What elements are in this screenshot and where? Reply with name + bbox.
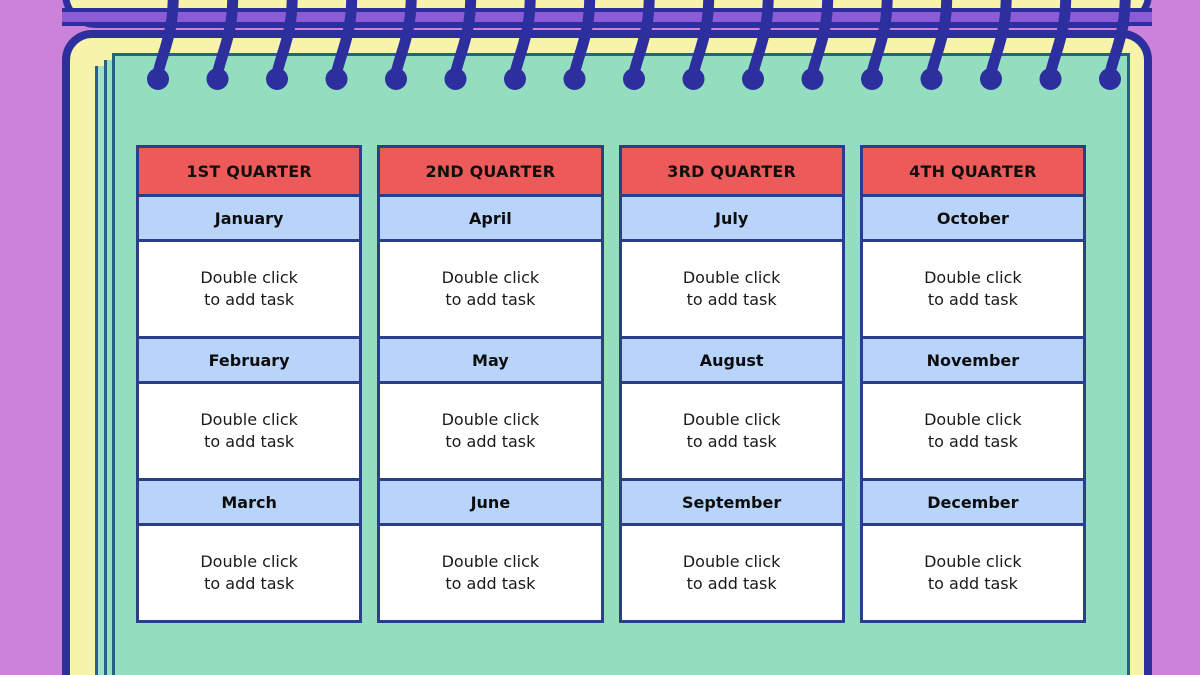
month-band[interactable]: December bbox=[859, 481, 1086, 526]
month-label: September bbox=[682, 492, 782, 512]
quarter-header[interactable]: 3RD QUARTER bbox=[618, 145, 845, 197]
task-placeholder: Double click to add task bbox=[441, 552, 540, 593]
task-cell[interactable]: Double click to add task bbox=[618, 242, 845, 339]
month-band[interactable]: August bbox=[618, 339, 845, 384]
month-label: April bbox=[469, 208, 512, 228]
month-band[interactable]: January bbox=[136, 197, 363, 242]
task-placeholder: Double click to add task bbox=[924, 268, 1022, 309]
task-cell[interactable]: Double click to add task bbox=[377, 526, 604, 623]
quarter-header[interactable]: 4TH QUARTER bbox=[859, 145, 1086, 197]
task-cell[interactable]: Double click to add task bbox=[136, 242, 363, 339]
slide-canvas: 1ST QUARTER January Double click to add ta… bbox=[0, 0, 1200, 675]
month-band[interactable]: November bbox=[859, 339, 1086, 384]
quarters-grid: 1ST QUARTER January Double click to add ta… bbox=[136, 145, 1086, 623]
quarter-title: 2ND QUARTER bbox=[425, 161, 556, 181]
month-label: November bbox=[926, 350, 1020, 370]
task-placeholder: Double click to add task bbox=[682, 410, 781, 451]
month-label: January bbox=[214, 208, 284, 228]
task-cell[interactable]: Double click to add task bbox=[618, 384, 845, 481]
month-band[interactable]: October bbox=[859, 197, 1086, 242]
task-cell[interactable]: Double click to add task bbox=[859, 384, 1086, 481]
task-cell[interactable]: Double click to add task bbox=[377, 242, 604, 339]
task-placeholder: Double click to add task bbox=[682, 552, 781, 593]
month-label: March bbox=[221, 492, 277, 512]
month-band[interactable]: July bbox=[618, 197, 845, 242]
quarter-header[interactable]: 1ST QUARTER bbox=[136, 145, 363, 197]
quarter-column: 4TH QUARTER October Double click to add ta… bbox=[859, 145, 1086, 623]
month-band[interactable]: June bbox=[377, 481, 604, 526]
month-label: February bbox=[208, 350, 290, 370]
task-placeholder: Double click to add task bbox=[200, 552, 298, 593]
quarter-title: 3RD QUARTER bbox=[667, 161, 796, 181]
task-cell[interactable]: Double click to add task bbox=[859, 242, 1086, 339]
task-placeholder: Double click to add task bbox=[682, 268, 781, 309]
task-placeholder: Double click to add task bbox=[200, 268, 298, 309]
month-band[interactable]: April bbox=[377, 197, 604, 242]
task-placeholder: Double click to add task bbox=[924, 410, 1022, 451]
month-label: June bbox=[470, 492, 511, 512]
task-cell[interactable]: Double click to add task bbox=[136, 384, 363, 481]
task-placeholder: Double click to add task bbox=[441, 268, 540, 309]
month-label: August bbox=[699, 350, 764, 370]
quarter-column: 1ST QUARTER January Double click to add ta… bbox=[136, 145, 363, 623]
background-notebook-stripe bbox=[62, 8, 1152, 26]
task-placeholder: Double click to add task bbox=[441, 410, 540, 451]
month-label: July bbox=[714, 208, 749, 228]
task-cell[interactable]: Double click to add task bbox=[859, 526, 1086, 623]
quarter-column: 2ND QUARTER April Double click to add task… bbox=[377, 145, 604, 623]
task-cell[interactable]: Double click to add task bbox=[618, 526, 845, 623]
quarter-column: 3RD QUARTER July Double click to add task A… bbox=[618, 145, 845, 623]
task-placeholder: Double click to add task bbox=[924, 552, 1022, 593]
month-label: May bbox=[472, 350, 509, 370]
month-band[interactable]: September bbox=[618, 481, 845, 526]
month-label: October bbox=[936, 208, 1009, 228]
month-label: December bbox=[927, 492, 1019, 512]
quarter-title: 4TH QUARTER bbox=[909, 161, 1037, 181]
task-placeholder: Double click to add task bbox=[200, 410, 298, 451]
quarter-title: 1ST QUARTER bbox=[186, 161, 312, 181]
task-cell[interactable]: Double click to add task bbox=[377, 384, 604, 481]
month-band[interactable]: February bbox=[136, 339, 363, 384]
task-cell[interactable]: Double click to add task bbox=[136, 526, 363, 623]
quarter-header[interactable]: 2ND QUARTER bbox=[377, 145, 604, 197]
month-band[interactable]: May bbox=[377, 339, 604, 384]
month-band[interactable]: March bbox=[136, 481, 363, 526]
